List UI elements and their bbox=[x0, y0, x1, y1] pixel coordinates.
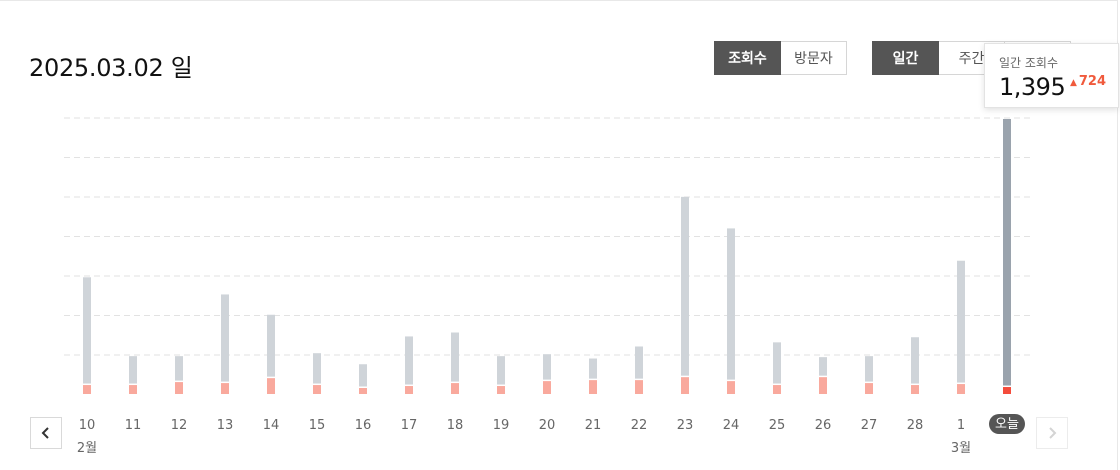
bar-visitors bbox=[589, 380, 597, 394]
tooltip-delta-value: 724 bbox=[1078, 74, 1106, 89]
bar-visitors bbox=[911, 385, 919, 394]
bar-visitors bbox=[543, 381, 551, 394]
x-tick-label: 14 bbox=[263, 418, 280, 433]
x-tick-label: 11 bbox=[125, 418, 142, 433]
x-tick-label: 1 bbox=[957, 418, 965, 433]
x-tick-label: 17 bbox=[401, 418, 418, 433]
bar-visitors bbox=[1003, 387, 1011, 394]
x-tick-label: 15 bbox=[309, 418, 326, 433]
x-tick-label: 19 bbox=[493, 418, 510, 433]
bar-visitors bbox=[497, 386, 505, 394]
x-tick-label: 13 bbox=[217, 418, 234, 433]
bar-views bbox=[83, 277, 91, 394]
bar-views bbox=[957, 260, 965, 394]
x-tick-label: 12 bbox=[171, 418, 188, 433]
bar-visitors bbox=[819, 377, 827, 394]
x-tick-label: 28 bbox=[907, 418, 924, 433]
x-tick-label: 18 bbox=[447, 418, 464, 433]
bar-visitors bbox=[957, 384, 965, 394]
x-tick-label: 21 bbox=[585, 418, 602, 433]
bar-chart: 10 11 12 13 14 15 16 17 18 19 20 21 22 23 24 25 26 27 28 1 오… bbox=[64, 117, 1030, 456]
x-tick-label: 오늘 bbox=[995, 417, 1019, 432]
bar-visitors bbox=[267, 378, 275, 394]
x-tick-label: 23 bbox=[677, 418, 694, 433]
bar-views bbox=[727, 228, 735, 394]
chart-tooltip: 일간 조회수 1,395 ▲ 724 bbox=[984, 43, 1119, 108]
chevron-left-icon bbox=[41, 427, 49, 439]
month-label: 3월 bbox=[951, 441, 971, 456]
bar-visitors bbox=[681, 377, 689, 394]
bar-visitors bbox=[865, 383, 873, 394]
x-tick-label: 20 bbox=[539, 418, 556, 433]
bar-visitors bbox=[129, 385, 137, 394]
x-tick-label: 25 bbox=[769, 418, 786, 433]
bar-visitors bbox=[773, 385, 781, 394]
x-tick-label: 16 bbox=[355, 418, 372, 433]
tooltip-label: 일간 조회수 bbox=[999, 56, 1059, 70]
bar-visitors bbox=[727, 381, 735, 394]
chevron-right-icon bbox=[1049, 427, 1057, 439]
bar-views bbox=[221, 294, 229, 394]
bar-visitors bbox=[313, 385, 321, 394]
x-tick-label: 26 bbox=[815, 418, 832, 433]
bar-visitors bbox=[83, 385, 91, 394]
bar-visitors bbox=[175, 382, 183, 394]
bar-visitors bbox=[451, 383, 459, 394]
up-triangle-icon: ▲ bbox=[1069, 78, 1077, 88]
x-tick-label: 24 bbox=[723, 418, 740, 433]
bar-visitors bbox=[405, 386, 413, 394]
x-tick-label: 22 bbox=[631, 418, 648, 433]
tooltip-delta: ▲ 724 bbox=[1070, 74, 1106, 89]
month-label: 2월 bbox=[77, 441, 97, 456]
next-button[interactable] bbox=[1036, 417, 1068, 449]
bar-views bbox=[681, 196, 689, 394]
bar-visitors bbox=[359, 388, 367, 394]
bar-visitors bbox=[635, 380, 643, 394]
bar-views bbox=[1003, 118, 1011, 394]
bar-visitors bbox=[221, 383, 229, 394]
x-tick-label: 10 bbox=[79, 418, 96, 433]
tooltip-value: 1,395 bbox=[999, 73, 1066, 101]
x-tick-label: 27 bbox=[861, 418, 878, 433]
prev-button[interactable] bbox=[30, 417, 62, 449]
